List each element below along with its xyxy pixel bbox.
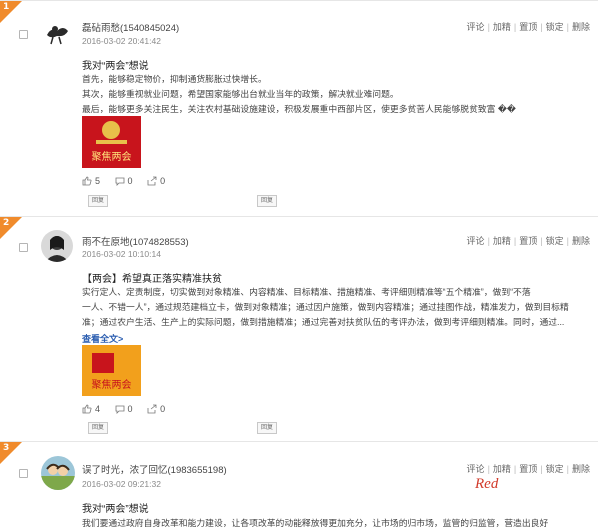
rank-number: 3: [3, 443, 10, 453]
delete-action[interactable]: 删除: [572, 462, 590, 475]
select-checkbox[interactable]: [19, 469, 28, 478]
reply-button[interactable]: 回复: [257, 422, 277, 434]
post-date: 2016-03-02 09:21:32: [82, 479, 161, 489]
like-stat[interactable]: 4: [82, 404, 100, 414]
expand-full-text-link[interactable]: 查看全文>: [82, 332, 123, 345]
avatar[interactable]: [41, 230, 73, 262]
post-date: 2016-03-02 20:41:42: [82, 36, 161, 46]
post-body: 首先，能够稳定物价，抑制通货膨胀过快增长。 其次，能够重视就业问题，希望国家能够…: [82, 72, 590, 117]
post-thumbnail[interactable]: 聚焦两会: [82, 345, 141, 396]
post-1: 1 磊砧雨愁(1540845024) 2016-03-02 20:41:42 评…: [0, 0, 598, 215]
post-body: 实行定人、定责制度，切实做到对象精准、内容精准、目标精准、措施精准、考评细则精准…: [82, 285, 590, 330]
pin-action[interactable]: 置顶: [519, 462, 537, 475]
like-count: 4: [95, 404, 101, 414]
comment-stat[interactable]: 0: [115, 404, 133, 414]
reply-button[interactable]: 回复: [88, 195, 108, 207]
share-stat[interactable]: 0: [147, 404, 165, 414]
reply-button[interactable]: 回复: [88, 422, 108, 434]
share-count: 0: [160, 176, 166, 186]
like-stat[interactable]: 5: [82, 176, 100, 186]
post-actions: 评论 | 加精 | 置顶 | 锁定 | 删除: [466, 20, 590, 33]
share-icon: [147, 176, 157, 186]
feature-action[interactable]: 加精: [493, 462, 511, 475]
pin-action[interactable]: 置顶: [519, 234, 537, 247]
delete-action[interactable]: 删除: [572, 234, 590, 247]
body-line: 最后，能够更多关注民生，关注农村基础设施建设，积极发展重中西部片区，使更多贫苦人…: [82, 104, 516, 114]
post-stats: 5 0 0: [82, 176, 177, 186]
body-line: 准；通过农户生活、生产上的实际问题，做到措施精准；通过完善对扶贫队伍的考评办法，…: [82, 317, 565, 327]
lock-action[interactable]: 锁定: [546, 234, 564, 247]
comment-action[interactable]: 评论: [467, 462, 485, 475]
post-title[interactable]: 我对“两会”想说: [82, 500, 149, 515]
comment-count: 0: [127, 176, 133, 186]
share-icon: [147, 404, 157, 414]
avatar[interactable]: [41, 17, 74, 48]
username[interactable]: 雨不在原地(1074828553): [82, 234, 189, 248]
rank-number: 2: [3, 218, 10, 228]
post-title[interactable]: 我对“两会”想说: [82, 57, 149, 72]
avatar[interactable]: [41, 456, 75, 490]
comment-action[interactable]: 评论: [467, 20, 485, 33]
pin-action[interactable]: 置顶: [519, 20, 537, 33]
select-checkbox[interactable]: [19, 243, 28, 252]
share-count: 0: [160, 404, 166, 414]
post-3: 3 误了时光，浓了回忆(1983655198) 2016-03-02 09:21…: [0, 441, 598, 530]
post-date: 2016-03-02 10:10:14: [82, 249, 161, 259]
share-stat[interactable]: 0: [147, 176, 165, 186]
feature-action[interactable]: 加精: [493, 20, 511, 33]
comment-icon: [115, 405, 124, 414]
delete-action[interactable]: 删除: [572, 20, 590, 33]
select-checkbox[interactable]: [19, 30, 28, 39]
comment-stat[interactable]: 0: [115, 176, 133, 186]
reply-button[interactable]: 回复: [257, 195, 277, 207]
feature-action[interactable]: 加精: [493, 234, 511, 247]
post-stats: 4 0 0: [82, 404, 177, 414]
post-2: 2 雨不在原地(1074828553) 2016-03-02 10:10:14 …: [0, 216, 598, 439]
lock-action[interactable]: 锁定: [546, 462, 564, 475]
body-line: 其次，能够重视就业问题，希望国家能够出台就业当年的政策，解决就业难问题。: [82, 89, 399, 99]
comment-action[interactable]: 评论: [467, 234, 485, 247]
body-line: 实行定人、定责制度，切实做到对象精准、内容精准、目标精准、措施精准、考评细则精准…: [82, 287, 531, 297]
lock-action[interactable]: 锁定: [546, 20, 564, 33]
comment-icon: [115, 177, 124, 186]
like-count: 5: [95, 176, 101, 186]
thumbnail-caption: 聚焦两会: [92, 150, 132, 163]
red-annotation: Red: [475, 476, 499, 492]
post-actions: 评论 | 加精 | 置顶 | 锁定 | 删除: [466, 234, 590, 247]
post-actions: 评论 | 加精 | 置顶 | 锁定 | 删除: [466, 462, 590, 475]
username[interactable]: 磊砧雨愁(1540845024): [82, 20, 179, 34]
thumb-up-icon: [82, 176, 92, 186]
body-line: 一人、不错一人”，通过规范建档立卡，做到对象精准；通过因户施策，做到内容精准；通…: [82, 302, 569, 312]
rank-number: 1: [3, 2, 10, 12]
comment-count: 0: [127, 404, 133, 414]
post-title[interactable]: 【两会】希望真正落实精准扶贫: [82, 270, 222, 285]
thumbnail-caption: 聚焦两会: [92, 378, 132, 391]
body-line: 首先，能够稳定物价，抑制通货膨胀过快增长。: [82, 74, 267, 84]
thumb-up-icon: [82, 404, 92, 414]
username[interactable]: 误了时光，浓了回忆(1983655198): [82, 462, 227, 476]
post-thumbnail[interactable]: 聚焦两会: [82, 116, 141, 168]
